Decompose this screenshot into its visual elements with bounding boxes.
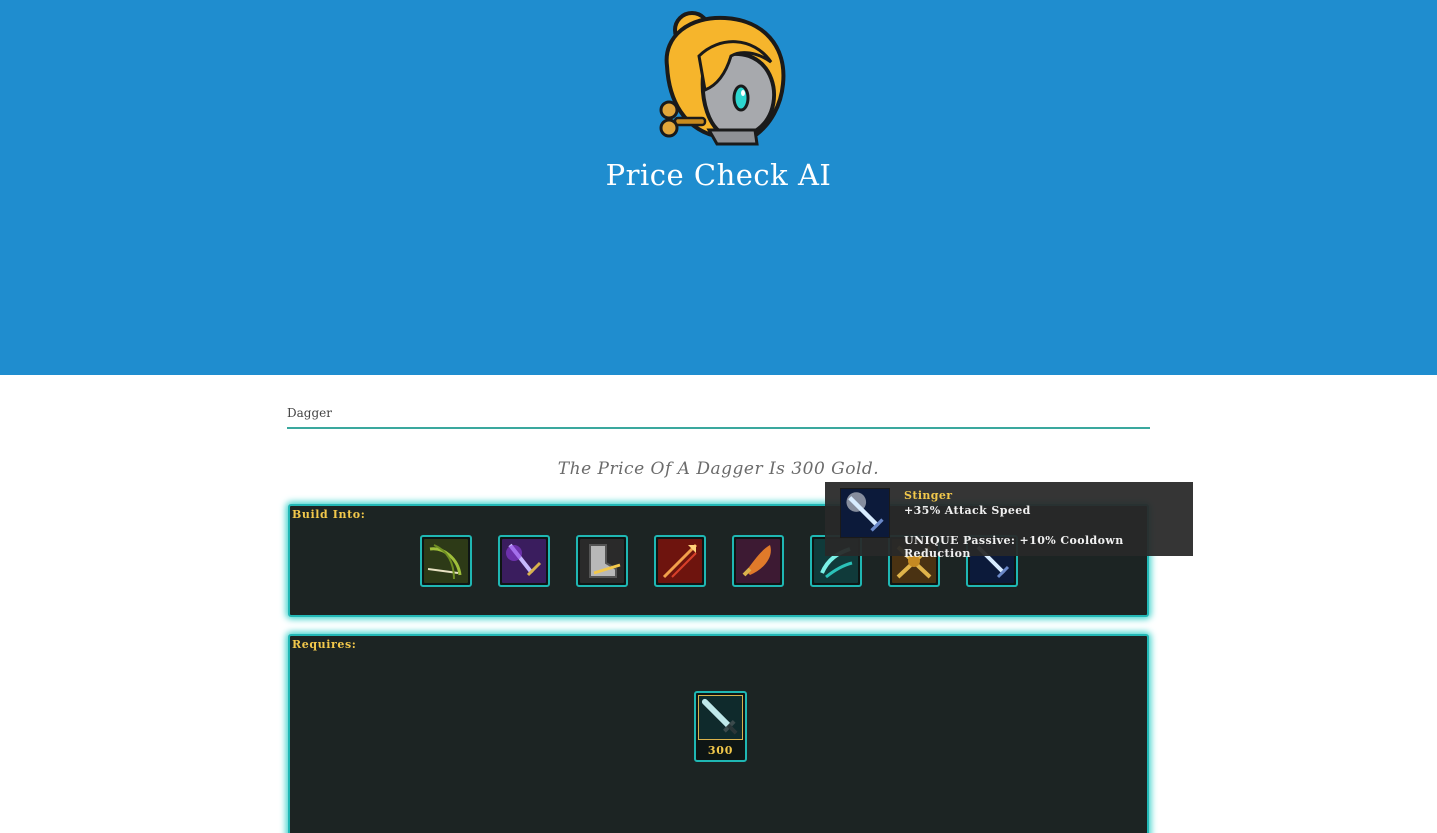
price-answer: The Price Of A Dagger Is 300 Gold. <box>557 459 880 479</box>
build-into-label: Build Into: <box>292 508 366 521</box>
item-price: 300 <box>707 744 734 757</box>
tooltip-item-passive: UNIQUE Passive: +10% Cooldown Reduction <box>904 534 1124 560</box>
requires-panel: Requires: 300 <box>288 634 1149 833</box>
page-header: Price Check AI <box>0 0 1437 375</box>
dagger-icon <box>698 695 743 740</box>
site-title: Price Check AI <box>605 158 832 192</box>
requires-label: Requires: <box>292 638 357 651</box>
tooltip-item-stat: +35% Attack Speed <box>904 504 1031 517</box>
armored-boots-icon[interactable] <box>576 535 628 587</box>
red-spear-icon[interactable] <box>654 535 706 587</box>
tooltip-item-name: Stinger <box>904 489 953 502</box>
stinger-icon <box>840 488 890 538</box>
chibi-clockwork-girl-logo-icon <box>645 6 795 151</box>
flame-dagger-icon[interactable] <box>732 535 784 587</box>
dagger-item[interactable]: 300 <box>694 691 747 762</box>
search-input[interactable] <box>287 398 1150 429</box>
item-tooltip: Stinger +35% Attack Speed UNIQUE Passive… <box>825 482 1193 560</box>
purple-sword-icon[interactable] <box>498 535 550 587</box>
recurve-bow-icon[interactable] <box>420 535 472 587</box>
